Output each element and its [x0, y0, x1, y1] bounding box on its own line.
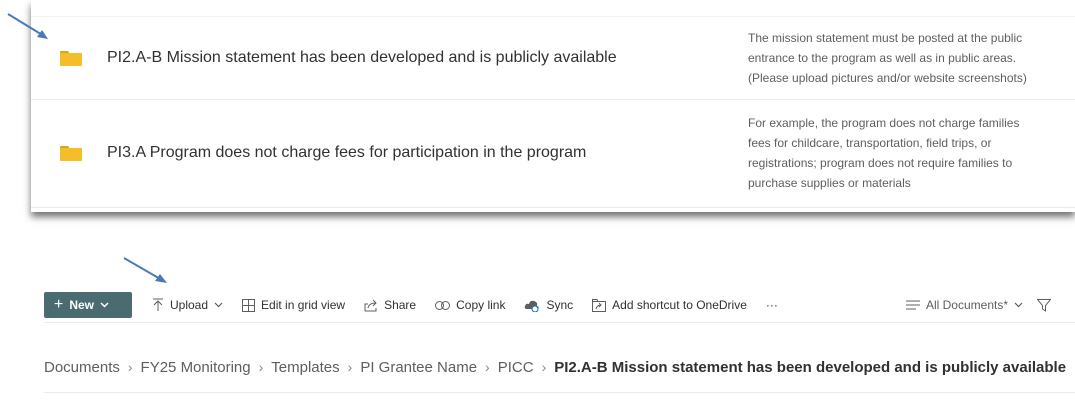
- annotation-arrow-icon: [123, 257, 167, 283]
- breadcrumb-item-templates[interactable]: Templates: [271, 359, 339, 376]
- chevron-right-icon: ›: [541, 359, 547, 375]
- shortcut-icon: [592, 298, 607, 312]
- folder-description: The mission statement must be posted at …: [748, 31, 1027, 85]
- more-options-button[interactable]: ···: [766, 298, 778, 312]
- chevron-down-icon: [1014, 302, 1023, 308]
- chevron-right-icon: ›: [485, 359, 490, 375]
- chevron-right-icon: ›: [127, 359, 133, 375]
- folder-row[interactable]: PI3.A Program does not charge fees for p…: [31, 99, 1075, 208]
- folder-description: For example, the program does not charge…: [748, 116, 1020, 190]
- new-button-label: New: [69, 298, 95, 312]
- list-view-icon: [905, 300, 920, 310]
- new-button[interactable]: + New: [44, 292, 132, 318]
- breadcrumb-current: PI2.A-B Mission statement has been devel…: [554, 358, 1067, 376]
- copy-link-label: Copy link: [456, 298, 506, 312]
- view-selector-label: All Documents*: [925, 298, 1008, 312]
- sync-button[interactable]: Sync: [524, 298, 573, 312]
- command-bar: + New Upload Edit in grid view Share Cop…: [44, 292, 1075, 318]
- add-shortcut-button[interactable]: Add shortcut to OneDrive: [592, 298, 747, 312]
- breadcrumb: Documents › FY25 Monitoring › Templates …: [44, 356, 1075, 378]
- annotation-arrow-icon: [7, 13, 48, 39]
- folder-icon: [60, 50, 82, 66]
- sync-label: Sync: [546, 298, 574, 312]
- filter-icon: [1037, 298, 1051, 312]
- chevron-right-icon: ›: [347, 359, 353, 375]
- edit-grid-view-button[interactable]: Edit in grid view: [242, 298, 345, 312]
- divider: [44, 392, 1075, 393]
- share-icon: [364, 299, 377, 311]
- folder-name[interactable]: PI3.A Program does not charge fees for p…: [107, 144, 586, 162]
- chevron-right-icon: ›: [258, 359, 264, 375]
- link-icon: [435, 300, 451, 310]
- folder-name[interactable]: PI2.A-B Mission statement has been devel…: [107, 49, 617, 67]
- add-shortcut-label: Add shortcut to OneDrive: [612, 298, 747, 312]
- chevron-down-icon: [100, 302, 109, 308]
- plus-icon: +: [54, 296, 64, 313]
- upload-icon: [153, 298, 163, 311]
- breadcrumb-item-picc[interactable]: PICC: [498, 359, 534, 376]
- chevron-down-icon: [214, 302, 223, 308]
- edit-grid-view-label: Edit in grid view: [261, 298, 346, 312]
- upload-button[interactable]: Upload: [152, 298, 223, 312]
- upload-label: Upload: [170, 298, 209, 312]
- grid-icon: [242, 298, 256, 312]
- folder-row[interactable]: PI2.A-B Mission statement has been devel…: [31, 16, 1075, 100]
- copy-link-button[interactable]: Copy link: [435, 298, 505, 312]
- share-button[interactable]: Share: [364, 298, 416, 312]
- sync-icon: [525, 300, 540, 312]
- view-selector[interactable]: All Documents*: [905, 298, 1023, 312]
- divider: [44, 322, 1075, 323]
- more-icon: ···: [765, 298, 778, 312]
- folder-list-panel: PI2.A-B Mission statement has been devel…: [31, 0, 1075, 212]
- folder-icon: [60, 145, 82, 161]
- breadcrumb-item-fy25-monitoring[interactable]: FY25 Monitoring: [141, 359, 251, 376]
- filter-button[interactable]: [1037, 298, 1051, 312]
- breadcrumb-item-documents[interactable]: Documents: [44, 359, 120, 376]
- share-label: Share: [384, 298, 417, 312]
- breadcrumb-item-pi-grantee-name[interactable]: PI Grantee Name: [360, 359, 477, 376]
